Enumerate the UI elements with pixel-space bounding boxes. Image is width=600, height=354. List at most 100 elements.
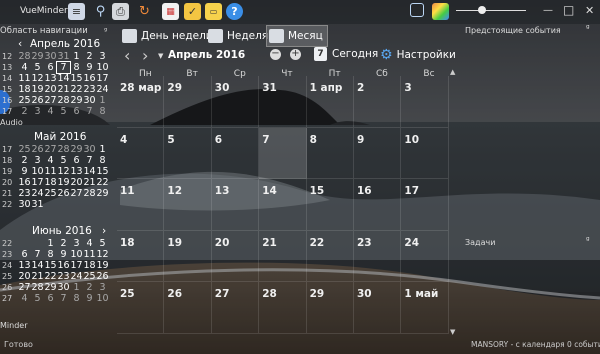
mini-calendar-day[interactable]: 15 xyxy=(96,166,109,177)
month-day-cell[interactable]: 7 xyxy=(259,127,307,179)
mini-calendar-day[interactable]: 5 xyxy=(31,62,44,73)
mini-calendar-day[interactable]: 28 xyxy=(18,51,31,62)
refresh-icon[interactable]: ↻ xyxy=(136,3,153,20)
mini-calendar-day[interactable]: 25 xyxy=(83,271,96,282)
mini-calendar-day[interactable]: 30 xyxy=(83,144,96,155)
mini-calendar-day[interactable]: 4 xyxy=(18,293,31,304)
month-day-cell[interactable]: 16 xyxy=(354,179,402,231)
mini-calendar-day[interactable]: 25 xyxy=(18,144,31,155)
mini-calendar-day[interactable]: 1 xyxy=(96,95,109,106)
close-button[interactable]: ✕ xyxy=(585,4,594,17)
mini-calendar-day[interactable]: 4 xyxy=(44,155,57,166)
mini-calendar-day[interactable]: 17 xyxy=(70,260,83,271)
month-day-cell[interactable]: 4 xyxy=(117,127,165,179)
month-day-cell[interactable]: 17 xyxy=(401,179,449,231)
mini-calendar-day[interactable]: 2 xyxy=(83,51,96,62)
mini-calendar-day[interactable]: 24 xyxy=(96,84,109,95)
next-period-button[interactable]: › xyxy=(142,46,148,65)
month-day-cell[interactable]: 2 xyxy=(354,76,402,128)
mini-calendar-day[interactable]: 29 xyxy=(44,282,57,293)
mini-calendar-day[interactable]: 3 xyxy=(70,238,83,249)
mini-calendar-day[interactable]: 27 xyxy=(18,282,31,293)
mini-calendar-prev-button[interactable]: ‹ xyxy=(18,38,22,50)
mini-calendar-day[interactable]: 2 xyxy=(18,106,31,117)
mini-calendar-day[interactable]: 29 xyxy=(70,144,83,155)
mini-calendar-day[interactable]: 24 xyxy=(31,188,44,199)
mini-calendar-day[interactable]: 1 xyxy=(70,282,83,293)
month-day-cell[interactable]: 28 xyxy=(259,282,307,334)
mini-calendar-day[interactable]: 30 xyxy=(18,199,31,210)
month-day-cell[interactable]: 13 xyxy=(211,179,260,231)
color-palette-icon[interactable] xyxy=(432,3,449,20)
mini-calendar-day[interactable]: 14 xyxy=(83,166,96,177)
mini-calendar-day[interactable]: 9 xyxy=(83,293,96,304)
opacity-slider-handle[interactable] xyxy=(478,6,486,14)
mini-calendar-day[interactable]: 27 xyxy=(70,188,83,199)
month-day-cell[interactable]: 18 xyxy=(117,230,165,282)
month-day-cell[interactable]: 31 xyxy=(259,76,307,128)
month-day-cell[interactable]: 30 xyxy=(354,282,402,334)
mini-calendar-day[interactable]: 13 xyxy=(70,166,83,177)
mini-calendar-day[interactable]: 29 xyxy=(96,188,109,199)
grid-scroll-up-icon[interactable]: ▲ xyxy=(450,68,455,76)
mini-calendar-day[interactable]: 3 xyxy=(96,282,109,293)
month-day-cell[interactable]: 9 xyxy=(354,127,402,179)
mini-calendar-day[interactable]: 17 xyxy=(31,177,44,188)
mini-calendar-day[interactable]: 8 xyxy=(70,62,83,73)
today-button[interactable]: 7 Сегодня xyxy=(314,47,378,61)
mini-calendar-day[interactable]: 8 xyxy=(70,293,83,304)
mini-calendar-day[interactable]: 18 xyxy=(18,84,31,95)
mini-calendar-day[interactable]: 22 xyxy=(44,271,57,282)
mini-calendar-day[interactable]: 21 xyxy=(57,84,70,95)
mini-calendar-day[interactable]: 29 xyxy=(31,51,44,62)
mini-calendar-day[interactable]: 12 xyxy=(31,73,44,84)
mini-calendar-day[interactable]: 9 xyxy=(18,166,31,177)
mini-calendar-day[interactable]: 15 xyxy=(44,260,57,271)
mini-calendar-day[interactable]: 28 xyxy=(57,95,70,106)
mini-calendar-day[interactable]: 16 xyxy=(18,177,31,188)
mini-calendar-day[interactable]: 2 xyxy=(83,282,96,293)
mini-calendar-day[interactable]: 26 xyxy=(31,144,44,155)
mini-calendar-day[interactable]: 21 xyxy=(83,177,96,188)
mini-calendar-day[interactable]: 27 xyxy=(44,144,57,155)
month-day-cell[interactable]: 14 xyxy=(259,179,307,231)
mini-calendar-day[interactable]: 31 xyxy=(57,51,70,62)
month-day-cell[interactable]: 28 мар xyxy=(117,76,165,128)
mini-calendar-day[interactable]: 7 xyxy=(31,249,44,260)
mini-calendar-day[interactable]: 22 xyxy=(70,84,83,95)
mini-calendar-day[interactable]: 30 xyxy=(44,51,57,62)
mini-calendar-day[interactable]: 9 xyxy=(83,62,96,73)
comment-icon[interactable]: ≡ xyxy=(68,3,85,20)
month-day-cell[interactable]: 23 xyxy=(354,230,402,282)
month-day-cell[interactable]: 5 xyxy=(164,127,212,179)
mini-calendar-day[interactable]: 10 xyxy=(70,249,83,260)
mini-calendar-day[interactable]: 21 xyxy=(31,271,44,282)
zoom-in-icon[interactable]: + xyxy=(290,49,301,60)
period-dropdown-icon[interactable]: ▼ xyxy=(158,52,163,60)
month-day-cell[interactable]: 15 xyxy=(306,179,354,231)
mini-calendar-day[interactable]: 10 xyxy=(96,293,109,304)
month-day-cell[interactable]: 27 xyxy=(211,282,260,334)
prev-period-button[interactable]: ‹ xyxy=(124,46,130,65)
month-day-cell[interactable]: 8 xyxy=(306,127,354,179)
zoom-out-icon[interactable]: − xyxy=(270,49,281,60)
mini-calendar-day[interactable]: 25 xyxy=(18,95,31,106)
mini-calendar-day[interactable]: 6 xyxy=(70,106,83,117)
mini-calendar-day[interactable]: 20 xyxy=(70,177,83,188)
mini-calendar-day[interactable]: 12 xyxy=(57,166,70,177)
mini-calendar-day[interactable]: 7 xyxy=(57,293,70,304)
mini-calendar-day[interactable]: 2 xyxy=(57,238,70,249)
month-day-cell[interactable]: 25 xyxy=(117,282,165,334)
mini-calendar-day[interactable]: 8 xyxy=(96,155,109,166)
settings-button[interactable]: ⚙ Настройки xyxy=(380,47,456,63)
month-day-cell[interactable]: 12 xyxy=(164,179,212,231)
month-day-cell[interactable]: 10 xyxy=(401,127,449,179)
mini-calendar-day[interactable]: 26 xyxy=(96,271,109,282)
mini-calendar-day[interactable]: 23 xyxy=(18,188,31,199)
mini-calendar-day[interactable]: 3 xyxy=(31,155,44,166)
mini-calendar-day[interactable]: 27 xyxy=(44,95,57,106)
mini-calendar-day[interactable]: 16 xyxy=(83,73,96,84)
mini-calendar-day[interactable]: 3 xyxy=(31,106,44,117)
mini-calendar-day[interactable]: 23 xyxy=(83,84,96,95)
mini-calendar-day[interactable]: 11 xyxy=(18,73,31,84)
